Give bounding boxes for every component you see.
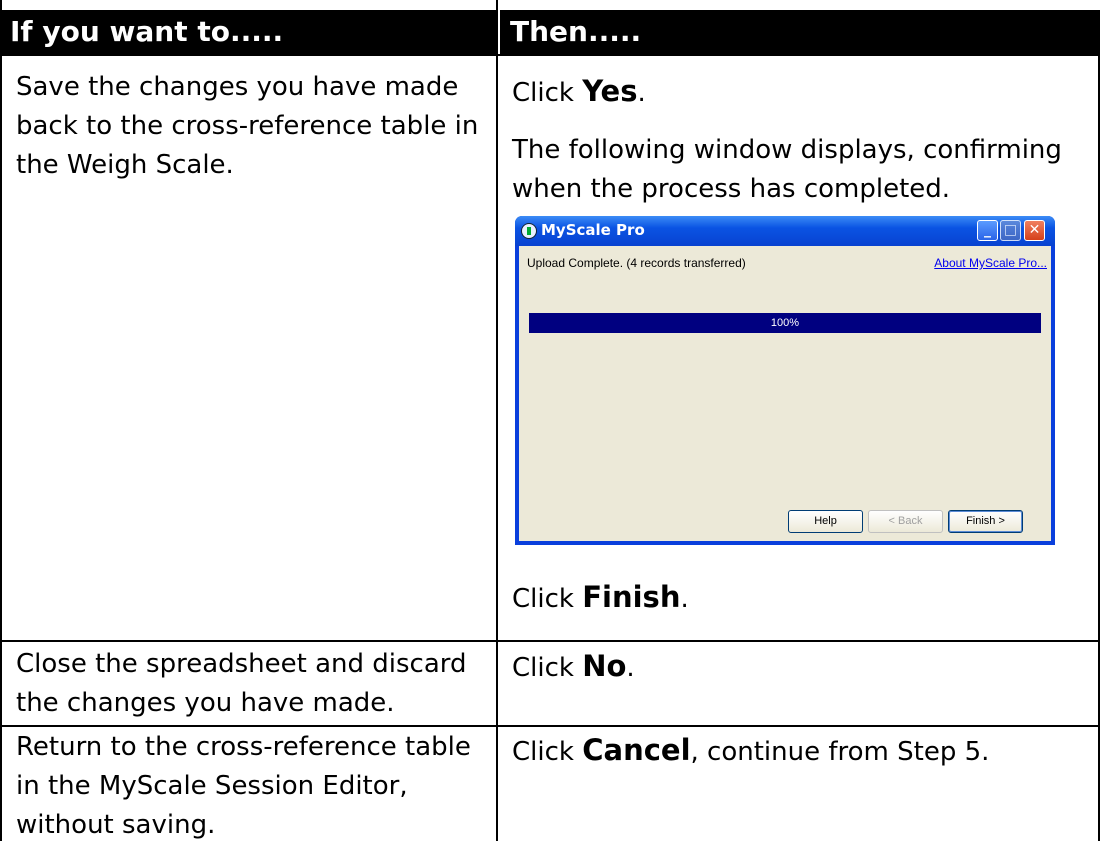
- progress-bar: 100%: [529, 313, 1041, 333]
- row-1-extra: The following window displays, confirmin…: [512, 131, 1062, 209]
- header-cell-action: Then.....: [500, 10, 1100, 54]
- condition-line: back to the cross-reference table in: [16, 111, 479, 141]
- action-prefix: Click: [512, 653, 583, 683]
- myscale-pro-dialog: MyScale Pro _ □ ✕ Upload Complete. (4 re…: [515, 216, 1055, 545]
- row-3-condition: Return to the cross-reference table in t…: [16, 728, 471, 845]
- action-suffix: , continue from Step 5.: [690, 737, 990, 767]
- action-keyword: No: [582, 649, 627, 683]
- table-border-right: [1098, 54, 1100, 841]
- row-2-action: Click No.: [512, 647, 635, 688]
- condition-line: Close the spreadsheet and discard: [16, 649, 467, 679]
- header-label-action: Then.....: [510, 15, 642, 48]
- table-border-left: [0, 0, 2, 841]
- minimize-icon[interactable]: _: [977, 220, 998, 241]
- app-icon: [521, 223, 537, 239]
- maximize-icon[interactable]: □: [1000, 220, 1021, 241]
- instruction-table: If you want to..... Then..... Save the c…: [0, 0, 1106, 841]
- header-cell-condition: If you want to.....: [0, 10, 496, 54]
- close-icon[interactable]: ✕: [1024, 220, 1045, 241]
- row-1-after: Click Finish.: [512, 578, 689, 619]
- condition-line: in the MyScale Session Editor,: [16, 771, 408, 801]
- after-prefix: Click: [512, 584, 583, 614]
- row-1-condition: Save the changes you have made back to t…: [16, 68, 478, 185]
- condition-line: Return to the cross-reference table: [16, 732, 471, 762]
- help-button[interactable]: Help: [788, 510, 863, 533]
- action-keyword: Cancel: [582, 733, 691, 767]
- dialog-title: MyScale Pro: [541, 221, 645, 239]
- row-2-condition: Close the spreadsheet and discard the ch…: [16, 645, 467, 723]
- condition-line: Save the changes you have made: [16, 72, 459, 102]
- action-keyword: Yes: [582, 74, 638, 108]
- after-suffix: .: [680, 584, 689, 614]
- row-divider: [0, 54, 1100, 56]
- extra-line: when the process has completed.: [512, 174, 951, 204]
- row-divider: [0, 725, 1100, 727]
- action-suffix: .: [626, 653, 635, 683]
- finish-button[interactable]: Finish >: [948, 510, 1023, 533]
- condition-line: the Weigh Scale.: [16, 150, 234, 180]
- row-1-action: Click Yes.: [512, 72, 646, 113]
- action-prefix: Click: [512, 78, 583, 108]
- after-keyword: Finish: [582, 580, 681, 614]
- progress-label: 100%: [770, 317, 800, 329]
- row-divider: [0, 640, 1100, 642]
- extra-line: The following window displays, confirmin…: [512, 135, 1062, 165]
- action-prefix: Click: [512, 737, 583, 767]
- dialog-body: Upload Complete. (4 records transferred)…: [519, 246, 1051, 541]
- upload-status-text: Upload Complete. (4 records transferred): [527, 256, 746, 270]
- header-label-condition: If you want to.....: [10, 15, 284, 48]
- about-link[interactable]: About MyScale Pro...: [934, 256, 1047, 270]
- dialog-titlebar: MyScale Pro _ □ ✕: [515, 216, 1055, 246]
- table-column-divider: [496, 0, 498, 841]
- action-suffix: .: [637, 78, 646, 108]
- back-button[interactable]: < Back: [868, 510, 943, 533]
- condition-line: without saving.: [16, 810, 216, 840]
- condition-line: the changes you have made.: [16, 688, 395, 718]
- row-3-action: Click Cancel, continue from Step 5.: [512, 731, 989, 772]
